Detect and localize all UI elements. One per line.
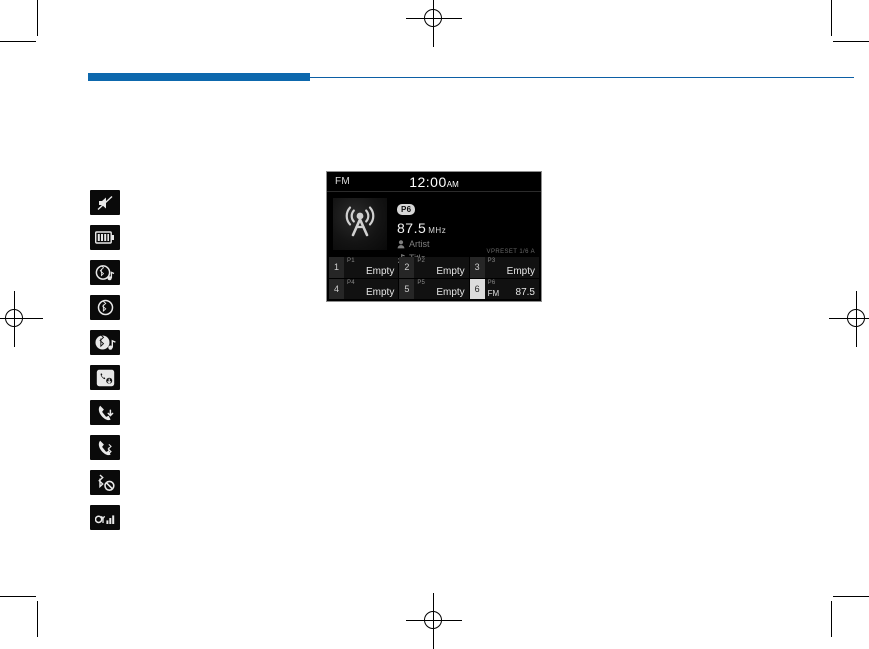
header-accent-bar [88, 73, 310, 81]
artist-row: Artist [397, 239, 446, 250]
preset-body-6: P6 FM 87.5 [485, 279, 539, 300]
crop-mark-top-right-vertical [831, 0, 832, 36]
preset-number-4: 4 [329, 278, 344, 299]
preset-body-2: P2 Empty [414, 257, 468, 278]
preset-number-1: 1 [329, 257, 344, 278]
preset-button-5[interactable]: 5 P5 Empty [399, 278, 469, 300]
crop-mark-top-left-vertical [37, 0, 38, 36]
crop-mark-bottom-left-horizontal [0, 596, 36, 597]
preset-text-5: Empty [436, 287, 465, 298]
frequency-unit: MHz [428, 226, 447, 235]
preset-body-3: P3 Empty [485, 257, 539, 278]
bluetooth-audio-streaming-icon [90, 260, 120, 285]
status-clock-ampm: AM [446, 179, 459, 189]
station-logo-tile [333, 198, 387, 250]
headunit-screen: FM 12:00AM P6 87.5 MHz Artist VPRESET 1/… [326, 171, 542, 302]
preset-tag-4: P4 [347, 279, 355, 286]
preset-text-2: Empty [436, 265, 465, 277]
preset-body-5: P5 Empty [414, 279, 468, 300]
preset-page-label: VPRESET 1/6 A [486, 249, 535, 255]
artist-label: Artist [409, 239, 430, 249]
preset-button-4[interactable]: 4 P4 Empty [329, 278, 399, 300]
preset-body-4: P4 Empty [344, 279, 398, 300]
radio-broadcast-tower-icon [343, 206, 377, 243]
preset-tag-3: P3 [487, 258, 496, 264]
preset-sub-6: FM [487, 289, 500, 298]
call-bluetooth-icon [90, 435, 120, 460]
preset-number-2: 2 [399, 257, 415, 278]
call-download-icon [90, 400, 120, 425]
station-info: P6 87.5MHz Artist Title [397, 198, 446, 263]
headunit-status-bar: FM 12:00AM [327, 172, 541, 192]
registration-mark-bottom [406, 593, 462, 649]
bluetooth-disconnected-icon [90, 470, 120, 495]
registration-mark-right [829, 291, 869, 347]
crop-mark-top-left-horizontal [0, 41, 36, 42]
crop-mark-top-right-horizontal [833, 41, 869, 42]
bluetooth-icon [90, 295, 120, 320]
status-clock-time: 12:00 [409, 173, 447, 190]
preset-grid: 1 P1 Empty 2 P2 Empty 3 P3 Empty 4 P4 Em… [329, 257, 539, 299]
preset-button-2[interactable]: 2 P2 Empty [399, 257, 469, 278]
preset-body-1: P1 Empty [344, 257, 398, 278]
now-playing-panel: P6 87.5MHz Artist Title VPRESET 1/6 A [327, 192, 541, 263]
phone-message-icon [90, 365, 120, 390]
registration-mark-top [406, 0, 462, 47]
preset-text-4: Empty [365, 287, 395, 298]
crop-mark-bottom-left-vertical [37, 601, 38, 637]
crop-mark-bottom-right-vertical [831, 601, 832, 637]
preset-number-3: 3 [469, 257, 485, 278]
preset-button-1[interactable]: 1 P1 Empty [329, 257, 399, 278]
battery-icon [90, 225, 120, 250]
preset-text-6: 87.5 [515, 287, 535, 298]
frequency-display: 87.5 MHz [397, 220, 446, 236]
mute-icon [90, 190, 120, 215]
icon-legend-column [90, 190, 124, 540]
registration-mark-left [0, 291, 43, 347]
preset-text-1: Empty [365, 265, 395, 277]
bluetooth-music-icon [90, 330, 120, 355]
preset-text-3: Empty [506, 265, 535, 277]
preset-tag-2: P2 [417, 258, 426, 264]
preset-number-6: 6 [469, 278, 485, 299]
person-icon [397, 240, 405, 249]
preset-button-6[interactable]: 6 P6 FM 87.5 [469, 278, 539, 300]
preset-number-5: 5 [399, 278, 415, 299]
frequency-value: 87.5 [397, 220, 427, 236]
preset-tag-5: P5 [417, 279, 426, 286]
preset-button-3[interactable]: 3 P3 Empty [469, 257, 539, 278]
signal-strength-icon [90, 505, 120, 530]
preset-tag-6: P6 [487, 279, 496, 286]
crop-mark-bottom-right-horizontal [833, 596, 869, 597]
preset-tag-1: P1 [347, 258, 355, 264]
status-clock: 12:00AM [327, 174, 541, 190]
current-preset-badge: P6 [397, 204, 416, 215]
